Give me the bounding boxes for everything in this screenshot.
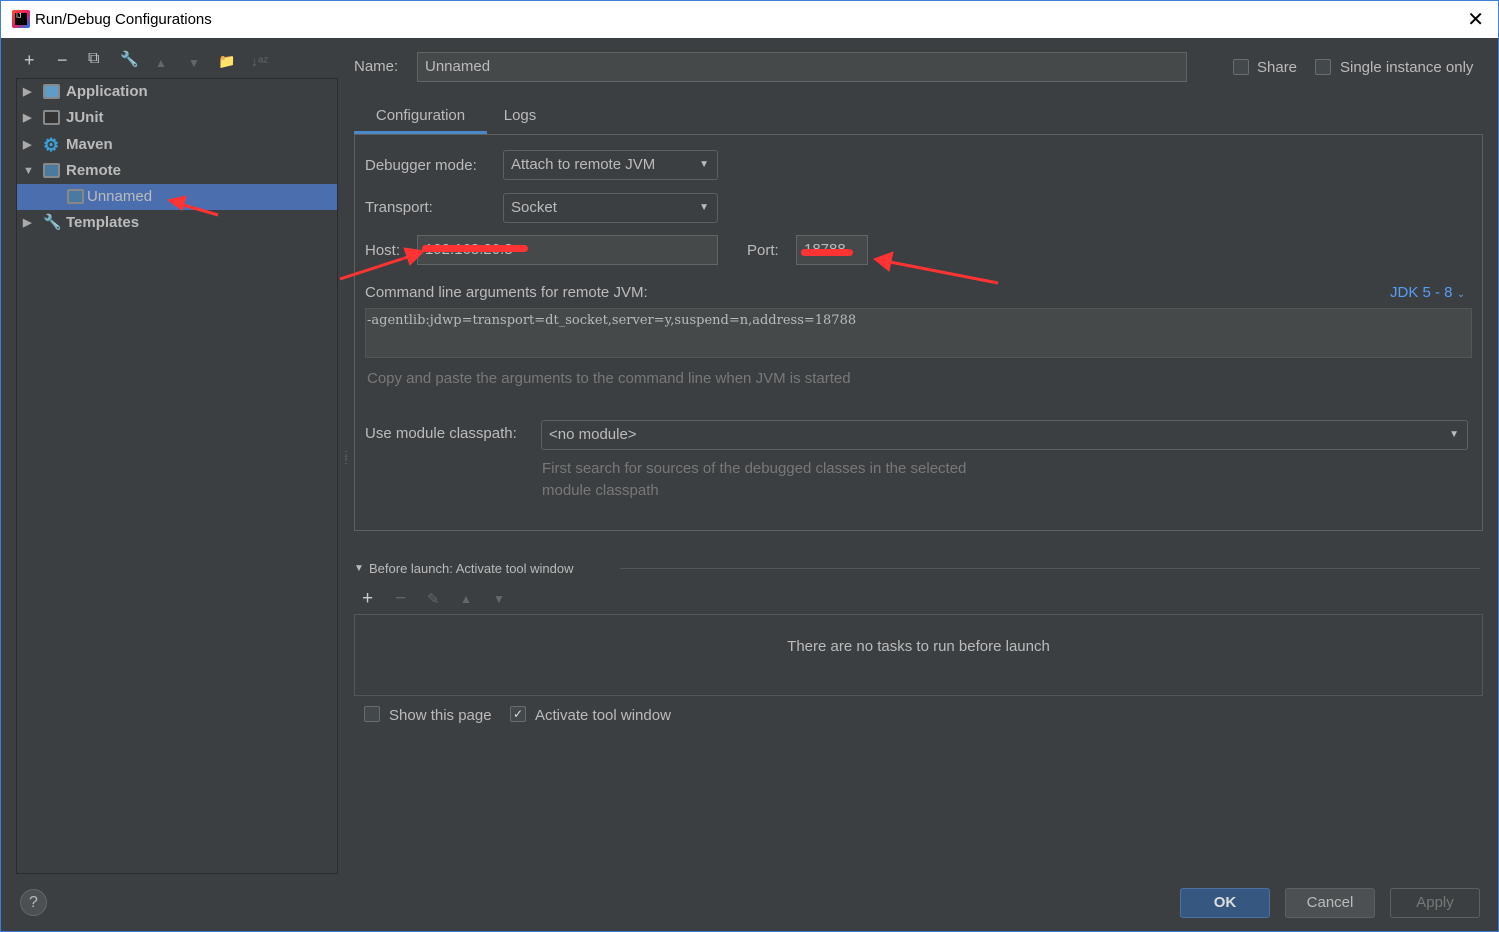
apply-button[interactable]: Apply — [1390, 888, 1480, 918]
ok-button[interactable]: OK — [1180, 888, 1270, 918]
chevron-down-icon: ▼ — [1449, 429, 1459, 440]
before-launch-title: Before launch: Activate tool window — [369, 561, 574, 576]
show-page-checkbox[interactable] — [364, 706, 380, 722]
move-up-icon[interactable]: ▲ — [460, 592, 472, 606]
module-hint: First search for sources of the debugged… — [542, 460, 967, 477]
help-button[interactable]: ? — [20, 889, 47, 916]
cmd-args-text[interactable]: -agentlib:jdwp=transport=dt_socket,serve… — [365, 308, 1472, 358]
edit-task-icon[interactable]: ✎ — [427, 590, 440, 608]
divider — [620, 568, 1480, 569]
module-classpath-select[interactable]: <no module> ▼ — [541, 420, 1468, 450]
chevron-down-icon: ⌄ — [1456, 289, 1466, 300]
arrow-to-port — [889, 260, 999, 285]
module-hint-2: module classpath — [542, 482, 659, 499]
arrow-head — [403, 247, 426, 266]
cmd-args-label: Command line arguments for remote JVM: — [365, 284, 648, 301]
remove-task-icon[interactable]: − — [395, 588, 406, 610]
module-classpath-label: Use module classpath: — [365, 425, 517, 442]
jdk-version-link[interactable]: JDK 5 - 8 ⌄ — [1390, 284, 1465, 301]
activate-tool-window-label: Activate tool window — [535, 707, 671, 724]
cmd-args-hint: Copy and paste the arguments to the comm… — [367, 370, 851, 387]
arrow-to-host — [339, 255, 409, 281]
before-launch-list: There are no tasks to run before launch — [354, 614, 1483, 696]
show-page-label: Show this page — [389, 707, 492, 724]
arrow-head — [872, 251, 894, 272]
cancel-button[interactable]: Cancel — [1285, 888, 1375, 918]
arrow-to-unnamed — [179, 202, 219, 217]
move-down-icon[interactable]: ▼ — [493, 592, 505, 606]
activate-tool-window-checkbox[interactable]: ✓ — [510, 706, 526, 722]
collapse-icon[interactable]: ▼ — [354, 563, 364, 574]
arrow-head — [166, 195, 187, 211]
add-task-icon[interactable]: + — [362, 588, 373, 610]
empty-tasks-text: There are no tasks to run before launch — [787, 638, 1050, 655]
